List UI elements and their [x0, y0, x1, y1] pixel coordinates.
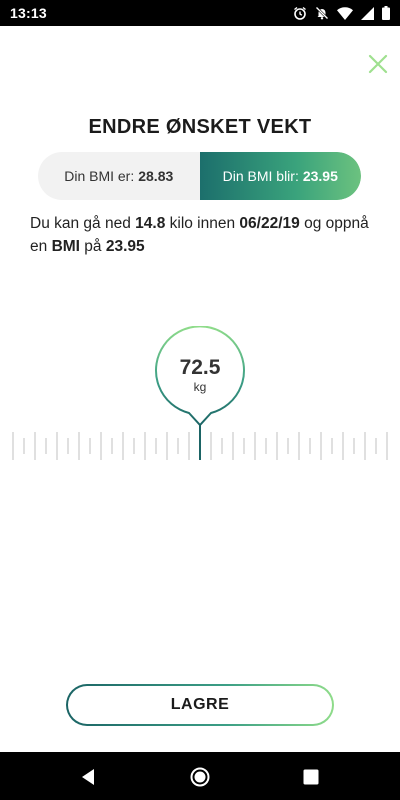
save-button[interactable]: LAGRE — [66, 684, 334, 726]
info-bmi-word: BMI — [51, 238, 80, 255]
bmi-current-label: Din BMI er: — [64, 168, 135, 184]
recents-icon — [303, 769, 319, 785]
status-time: 13:13 — [10, 5, 47, 21]
bmi-target-value: 23.95 — [302, 168, 338, 184]
info-text-2: kilo innen — [165, 215, 240, 232]
info-text-4: på — [79, 238, 106, 255]
weight-ruler-slider[interactable] — [0, 426, 400, 466]
close-icon — [368, 54, 388, 74]
info-kilo: 14.8 — [135, 215, 166, 232]
weight-goal-info: Du kan gå ned 14.8 kilo innen 06/22/19 o… — [30, 212, 375, 258]
info-bmi-value: 23.95 — [105, 238, 145, 255]
page-title: ENDRE ØNSKET VEKT — [88, 116, 312, 138]
battery-icon — [382, 6, 390, 20]
info-date: 06/22/19 — [239, 215, 300, 232]
wifi-icon — [337, 6, 353, 20]
status-bar: 13:13 — [0, 0, 400, 26]
bmi-toggle[interactable]: Din BMI er: 28.83 Din BMI blir: 23.95 — [38, 152, 361, 200]
recents-button[interactable] — [300, 766, 322, 788]
home-button[interactable] — [189, 766, 211, 788]
back-icon — [82, 769, 94, 785]
back-button[interactable] — [78, 766, 100, 788]
cell-signal-icon — [361, 6, 374, 20]
bmi-target-segment[interactable]: Din BMI blir: 23.95 — [199, 152, 361, 200]
info-text-1: Du kan gå ned — [30, 215, 136, 232]
bmi-target-label: Din BMI blir: — [222, 168, 299, 184]
status-icons — [293, 6, 390, 20]
weight-indicator: 72.5 kg — [154, 326, 246, 434]
close-button[interactable] — [366, 52, 390, 76]
alarm-icon — [294, 6, 306, 20]
notifications-off-icon — [315, 6, 329, 20]
weight-unit: kg — [193, 380, 207, 394]
bmi-current-value: 28.83 — [138, 168, 174, 184]
home-icon — [190, 767, 210, 787]
weight-value: 72.5 — [179, 356, 221, 379]
bmi-current-segment[interactable]: Din BMI er: 28.83 — [38, 152, 200, 200]
navigation-bar — [0, 752, 400, 800]
